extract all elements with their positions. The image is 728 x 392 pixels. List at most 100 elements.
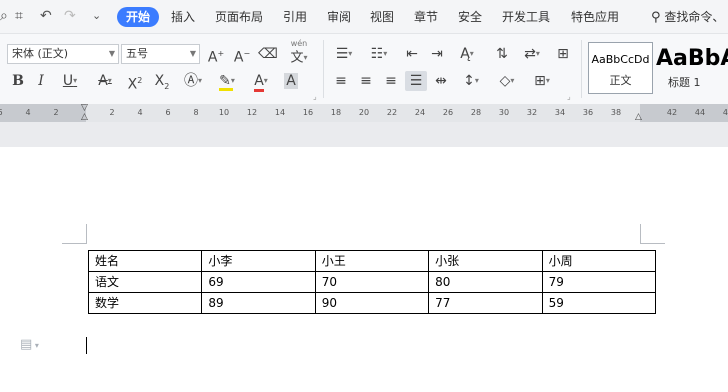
pinyin-guide-icon[interactable]: wén 文▾ [285, 40, 313, 66]
font-size-select[interactable]: 五号 ▼ [121, 44, 200, 64]
right-indent-marker[interactable]: △ [635, 113, 642, 122]
table-cell[interactable]: 77 [428, 292, 543, 314]
shrink-font-icon[interactable]: A− [231, 44, 253, 66]
ruler-tick-label: 34 [554, 108, 566, 117]
font-color-icon[interactable]: A▾ [248, 71, 274, 92]
text-cursor [86, 337, 87, 354]
grow-font-icon[interactable]: A+ [205, 44, 227, 66]
chevron-down-icon: ▼ [108, 49, 115, 58]
tab-home[interactable]: 开始 [117, 7, 160, 27]
style-heading-1-preview: AaBbA [656, 46, 728, 71]
style-heading-1[interactable]: AaBbA 标题 1 [656, 42, 728, 94]
tab-view[interactable]: 视图 [370, 7, 394, 27]
ruler-tick-label: 18 [330, 108, 342, 117]
menu-bar: ⌕ ⌗ ↶ ↷ ⌄ 开始 插入 页面布局 引用 审阅 视图 章节 安全 开发工具… [0, 0, 728, 34]
align-right-icon[interactable]: ≡ [381, 71, 401, 91]
style-normal[interactable]: AaBbCcDd 正文 [588, 42, 653, 94]
distributed-icon[interactable]: ⇹ [431, 71, 451, 91]
show-marks-icon[interactable]: ⇄▾ [518, 44, 546, 64]
font-size-value: 五号 [126, 47, 148, 60]
table-cell[interactable]: 90 [314, 292, 430, 314]
ribbon-separator [323, 40, 324, 98]
tab-review[interactable]: 审阅 [327, 7, 351, 27]
ruler-tick-label: 24 [414, 108, 426, 117]
ribbon-toolbar: 宋体 (正文) ▼ 五号 ▼ A+ A− ⌫ wén 文▾ B I U▾ A▾ X… [0, 34, 728, 105]
tab-references[interactable]: 引用 [283, 7, 307, 27]
decrease-indent-icon[interactable]: ⇤ [402, 44, 422, 64]
table-borders-icon[interactable]: ⊞ [553, 44, 573, 64]
undo-icon[interactable]: ↶ [40, 8, 52, 24]
document-icon[interactable]: ▤ ▾ [20, 337, 39, 352]
redo-icon[interactable]: ↷ [64, 8, 76, 24]
command-search[interactable]: ⚲ 查找命令、 [651, 7, 724, 27]
shading-icon[interactable]: ◇▾ [493, 71, 521, 91]
score-table[interactable]: 姓名 小李 小王 小张 小周 语文 69 70 80 79 数学 89 90 7… [87, 250, 657, 314]
tab-sections[interactable]: 章节 [414, 7, 438, 27]
chevron-down-icon: ▼ [189, 49, 196, 58]
table-cell[interactable]: 70 [314, 271, 430, 293]
ruler-tick-label: 26 [442, 108, 454, 117]
print-preview-icon[interactable]: ⌕ [0, 8, 8, 24]
superscript-icon[interactable]: X2 [125, 71, 145, 93]
table-cell[interactable]: 80 [428, 271, 543, 293]
chevron-down-icon[interactable]: ⌄ [92, 8, 101, 24]
text-effect-icon[interactable]: Ⓐ▾ [180, 71, 206, 91]
table-cell[interactable]: 89 [201, 292, 316, 314]
ruler-tick-label: 14 [274, 108, 286, 117]
underline-icon[interactable]: U▾ [56, 71, 84, 91]
subscript-icon[interactable]: X2 [151, 71, 173, 91]
margin-corner-top-left [62, 224, 87, 244]
table-cell[interactable]: 小李 [201, 250, 316, 272]
font-name-value: 宋体 (正文) [12, 47, 69, 60]
table-cell[interactable]: 语文 [87, 271, 203, 293]
bold-icon[interactable]: B [8, 71, 28, 91]
ruler-tick-label: 2 [109, 108, 115, 117]
align-left-icon[interactable]: ≡ [331, 71, 351, 91]
justify-icon[interactable]: ☰ [405, 71, 427, 91]
paragraph-dialog-launcher-icon[interactable]: ⌟ [567, 92, 571, 101]
chinese-layout-icon[interactable]: Ą▾ [453, 44, 481, 64]
tab-page-layout[interactable]: 页面布局 [215, 7, 263, 27]
ruler-tick-label: 8 [193, 108, 199, 117]
table-cell[interactable]: 姓名 [87, 250, 203, 272]
table-cell[interactable]: 69 [201, 271, 316, 293]
tab-special-apps[interactable]: 特色应用 [571, 7, 619, 27]
line-spacing-icon[interactable]: ↕▾ [457, 71, 485, 91]
align-center-icon[interactable]: ≡ [356, 71, 376, 91]
borders-icon[interactable]: ⊞▾ [528, 71, 556, 91]
table-cell[interactable]: 小王 [314, 250, 430, 272]
ruler-tick-label: 20 [358, 108, 370, 117]
highlight-color-icon[interactable]: ✎ ▾ [213, 71, 241, 91]
table-row: 姓名 小李 小王 小张 小周 [87, 250, 657, 272]
tab-developer[interactable]: 开发工具 [502, 7, 550, 27]
font-dialog-launcher-icon[interactable]: ⌟ [313, 92, 317, 101]
numbering-icon[interactable]: ☷▾ [366, 44, 392, 64]
ruler-tick-label: 22 [386, 108, 398, 117]
style-normal-name: 正文 [609, 74, 632, 87]
style-heading-1-name: 标题 1 [668, 76, 701, 89]
italic-icon[interactable]: I [31, 71, 51, 91]
table-cell[interactable]: 小张 [428, 250, 543, 272]
increase-indent-icon[interactable]: ⇥ [427, 44, 447, 64]
preview-icon[interactable]: ⌗ [15, 8, 23, 24]
table-cell[interactable]: 数学 [87, 292, 203, 314]
hanging-indent-marker[interactable]: △ [81, 113, 88, 122]
character-shading-icon[interactable]: A [281, 71, 301, 91]
ruler-tick-label: 32 [526, 108, 538, 117]
clear-format-icon[interactable]: ⌫ [257, 44, 279, 64]
font-name-select[interactable]: 宋体 (正文) ▼ [7, 44, 119, 64]
table-cell[interactable]: 79 [541, 271, 657, 293]
horizontal-ruler[interactable]: 6422468101214161820222426283032343638424… [0, 104, 728, 122]
table-row: 语文 69 70 80 79 [87, 271, 657, 293]
style-normal-preview: AaBbCcDd [591, 53, 650, 66]
tab-insert[interactable]: 插入 [171, 7, 195, 27]
tab-security[interactable]: 安全 [458, 7, 482, 27]
sort-icon[interactable]: ⇅ [492, 44, 512, 64]
strikethrough-icon[interactable]: A▾ [92, 71, 118, 91]
table-cell[interactable]: 59 [541, 292, 657, 314]
search-icon: ⚲ [651, 10, 661, 25]
bullets-icon[interactable]: ☰▾ [331, 44, 357, 64]
table-cell[interactable]: 小周 [541, 250, 657, 272]
ruler-tick-label: 42 [666, 108, 678, 117]
ruler-tick-label: 6 [0, 106, 3, 120]
